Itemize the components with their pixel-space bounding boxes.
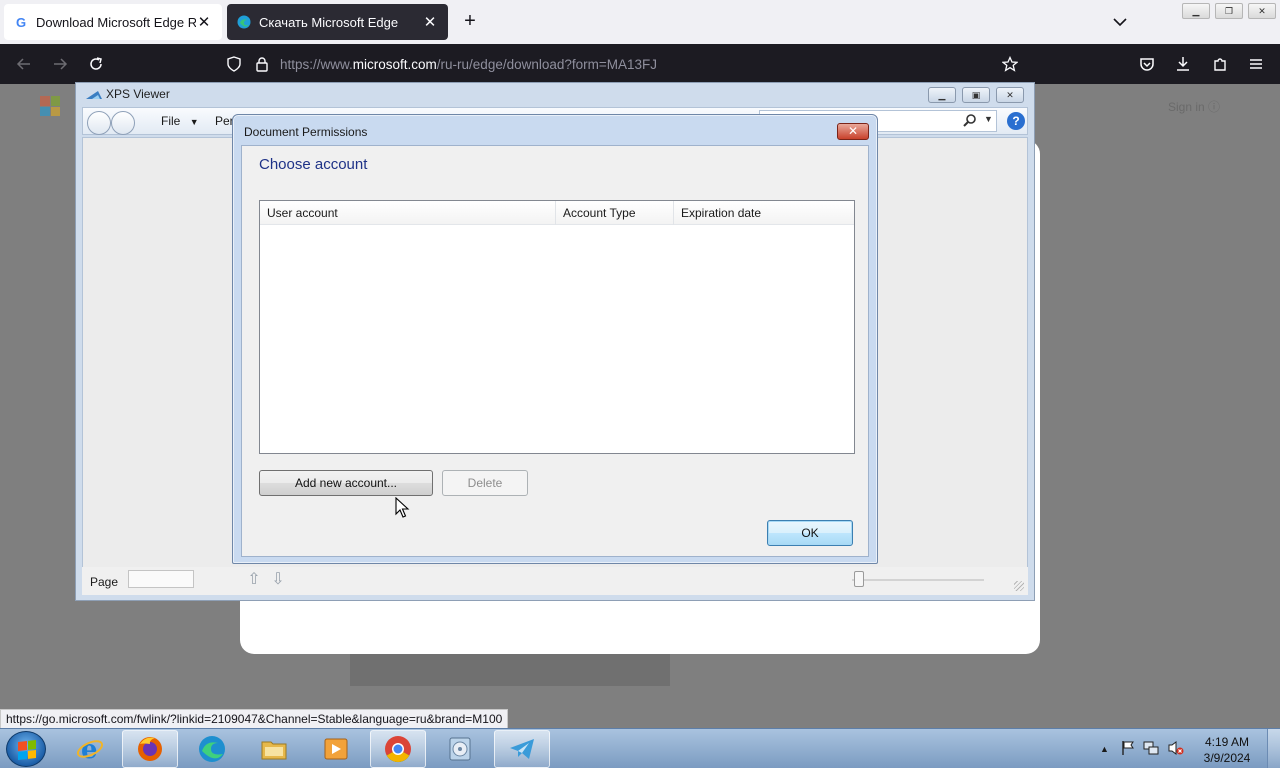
pocket-icon[interactable]: [1137, 54, 1157, 74]
taskbar-chrome[interactable]: [370, 730, 426, 768]
taskbar-internet-explorer[interactable]: e: [62, 730, 118, 768]
resize-grip-icon[interactable]: [1014, 581, 1024, 591]
search-icon[interactable]: [962, 113, 978, 132]
volume-muted-icon[interactable]: [1167, 740, 1185, 759]
taskbar-media-player[interactable]: [308, 730, 364, 768]
taskbar-disk-burner[interactable]: [432, 730, 488, 768]
edge-icon: [199, 736, 225, 762]
google-g-icon: G: [15, 14, 27, 30]
close-dialog-button[interactable]: ✕: [837, 123, 869, 140]
next-page-icon[interactable]: ⇩: [270, 571, 286, 589]
dialog-title: Document Permissions: [244, 125, 368, 139]
file-menu[interactable]: File ▼: [161, 114, 199, 128]
list-header: User account Account Type Expiration dat…: [260, 201, 854, 225]
network-icon[interactable]: [1143, 740, 1159, 759]
url-text[interactable]: https://www.microsoft.com/ru-ru/edge/dow…: [280, 57, 657, 72]
zoom-slider-track[interactable]: [852, 579, 984, 581]
tab-download-edge[interactable]: G Download Microsoft Edge Russ ✕: [4, 4, 222, 40]
taskbar-windows-explorer[interactable]: [246, 730, 302, 768]
taskbar-firefox[interactable]: [122, 730, 178, 768]
lock-icon[interactable]: [252, 54, 272, 74]
delete-button[interactable]: Delete: [442, 470, 528, 496]
taskbar-telegram[interactable]: [494, 730, 550, 768]
mouse-cursor-icon: [395, 496, 411, 519]
reload-icon[interactable]: [86, 54, 106, 74]
tab-title: Download Microsoft Edge Russ: [36, 14, 196, 30]
start-button[interactable]: [6, 731, 46, 767]
firefox-icon: [138, 737, 162, 761]
system-tray: ▲: [1100, 729, 1185, 768]
permissions-menu[interactable]: Per: [215, 114, 234, 128]
menu-icon[interactable]: [1246, 54, 1266, 74]
page-modal-shadow: [350, 654, 670, 686]
close-window-button[interactable]: ✕: [1248, 3, 1276, 19]
forward-button[interactable]: [111, 111, 135, 135]
column-expiration-date[interactable]: Expiration date: [674, 201, 854, 225]
clock[interactable]: 4:19 AM 3/9/2024: [1196, 734, 1258, 766]
windows-taskbar: e ▲ 4:19 AM 3/9/2024: [0, 728, 1280, 768]
sign-in-link[interactable]: Sign in ⓘ: [1168, 98, 1220, 115]
link-status-text: https://go.microsoft.com/fwlink/?linkid=…: [0, 709, 509, 729]
disk-burner-icon: [449, 737, 471, 761]
close-tab-icon[interactable]: ✕: [196, 13, 212, 31]
clock-date: 3/9/2024: [1203, 751, 1251, 765]
chrome-icon: [385, 736, 411, 763]
svg-text:e: e: [81, 735, 98, 764]
clock-time: 4:19 AM: [1204, 735, 1250, 749]
zoom-slider-thumb[interactable]: [854, 571, 864, 587]
telegram-icon: [510, 739, 534, 759]
restore-button[interactable]: ❐: [1215, 3, 1243, 19]
dialog-body: Choose account User account Account Type…: [241, 145, 869, 557]
tab-title: Скачать Microsoft Edge: [259, 14, 399, 30]
extensions-icon[interactable]: [1210, 54, 1230, 74]
chevron-down-icon: ▼: [189, 117, 199, 127]
tab-skachat-edge[interactable]: Скачать Microsoft Edge ✕: [227, 4, 448, 40]
edge-icon: [237, 15, 251, 29]
show-hidden-icons-icon[interactable]: ▲: [1100, 744, 1109, 754]
tracking-protection-icon[interactable]: [224, 54, 244, 74]
microsoft-logo: [40, 96, 60, 116]
back-button[interactable]: [87, 111, 111, 135]
bookmark-star-icon[interactable]: [1000, 54, 1020, 74]
column-user-account[interactable]: User account: [260, 201, 556, 225]
action-center-flag-icon[interactable]: [1121, 740, 1135, 759]
new-tab-button[interactable]: +: [458, 10, 482, 34]
previous-page-icon[interactable]: ⇧: [246, 571, 262, 589]
taskbar-edge-installer[interactable]: [184, 730, 240, 768]
minimize-button[interactable]: ▁: [928, 87, 956, 103]
page-label: Page: [90, 575, 119, 589]
page-number-input[interactable]: [128, 570, 194, 588]
internet-explorer-icon: e: [76, 735, 104, 764]
ok-button[interactable]: OK: [767, 520, 853, 546]
window-title: XPS Viewer: [106, 87, 170, 101]
status-bar: Page ⇧ ⇩: [82, 567, 1028, 595]
maximize-button[interactable]: ▣: [962, 87, 990, 103]
show-desktop-button[interactable]: [1267, 729, 1280, 768]
accounts-list[interactable]: User account Account Type Expiration dat…: [259, 200, 855, 454]
list-all-tabs-icon[interactable]: [1110, 12, 1130, 32]
media-player-icon: [324, 738, 348, 760]
xps-viewer-icon: [86, 89, 102, 99]
add-new-account-button[interactable]: Add new account...: [259, 470, 433, 496]
dialog-heading: Choose account: [259, 156, 368, 173]
document-permissions-dialog: Document Permissions ✕ Choose account Us…: [232, 114, 878, 564]
forward-icon[interactable]: [50, 54, 70, 74]
help-icon[interactable]: ?: [1007, 112, 1025, 130]
chevron-down-icon[interactable]: ▼: [984, 114, 993, 124]
browser-tab-bar: G Download Microsoft Edge Russ ✕ Скачать…: [0, 0, 1280, 44]
minimize-button[interactable]: ▁: [1182, 3, 1210, 19]
close-tab-icon[interactable]: ✕: [422, 13, 438, 31]
back-icon[interactable]: [14, 54, 34, 74]
close-window-button[interactable]: ✕: [996, 87, 1024, 103]
downloads-icon[interactable]: [1173, 54, 1193, 74]
folder-icon: [261, 741, 287, 760]
column-account-type[interactable]: Account Type: [556, 201, 674, 225]
